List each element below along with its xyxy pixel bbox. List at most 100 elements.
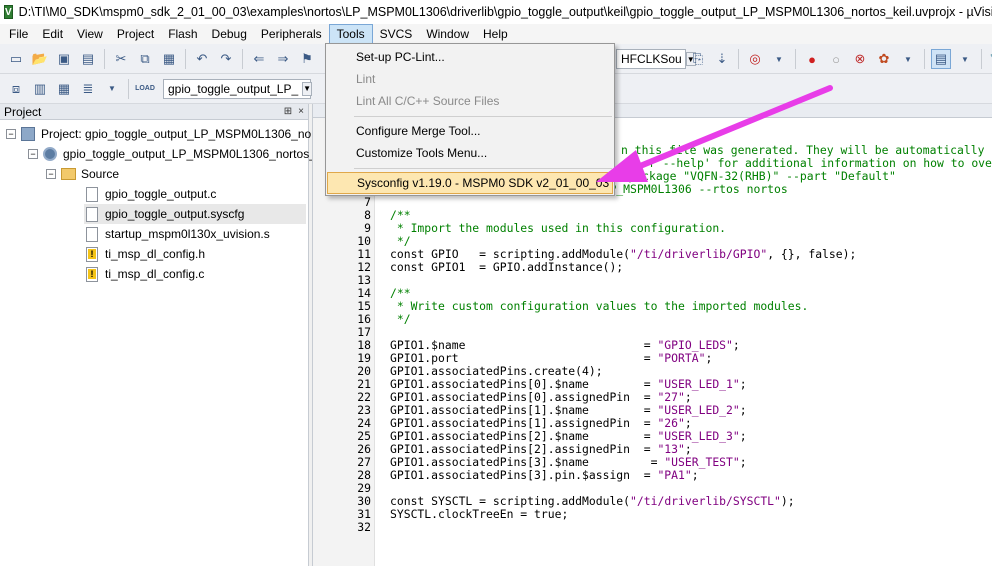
string-literal: "27" (657, 390, 685, 404)
tree-item-source-folder[interactable]: − Source (46, 164, 119, 184)
toolbar-separator (795, 49, 796, 69)
new-file-icon[interactable]: ▭ (6, 49, 26, 69)
undo-icon[interactable]: ↶ (192, 49, 212, 69)
target-combo[interactable]: gpio_toggle_output_LP_ ▼ (163, 78, 313, 99)
code-token: ; (705, 351, 713, 365)
menu-separator (354, 116, 612, 117)
close-icon[interactable]: × (298, 106, 304, 117)
string-literal: "USER_LED_3" (657, 429, 740, 443)
menu-tools[interactable]: Tools (328, 24, 373, 44)
code-token: GPIO1.associatedPins[3].pin.$assign = (390, 468, 658, 482)
collapse-icon[interactable]: − (28, 149, 38, 159)
uvision-app-icon: V (4, 5, 13, 19)
toolbar-separator (104, 48, 105, 69)
pin-icon[interactable]: ⊞ (284, 106, 292, 117)
menu-item-customize-tools[interactable]: Customize Tools Menu... (327, 142, 613, 164)
code-token: ; (739, 403, 747, 417)
tree-item-file[interactable]: ti_msp_dl_config.h (84, 244, 205, 264)
batch-dropdown-icon[interactable]: ▼ (102, 79, 122, 99)
paste-icon[interactable]: ▦ (159, 49, 179, 69)
bookmark-icon[interactable]: ⚑ (297, 49, 317, 69)
rebuild-icon[interactable]: ▦ (54, 79, 74, 99)
translate-icon[interactable]: ⧈ (6, 79, 26, 99)
file-icon (84, 226, 100, 242)
code-line: */ (390, 312, 411, 326)
config-dropdown-icon[interactable]: ▼ (898, 49, 918, 69)
menu-edit[interactable]: Edit (35, 24, 70, 44)
layout-dropdown-icon[interactable]: ▼ (955, 49, 975, 69)
string-literal: "PA1" (657, 468, 692, 482)
code-token: , {}, false); (767, 247, 857, 261)
string-literal: "USER_LED_2" (657, 403, 740, 417)
collapse-icon[interactable]: − (46, 169, 56, 179)
menu-project[interactable]: Project (110, 24, 161, 44)
save-icon[interactable]: ▣ (54, 49, 74, 69)
open-folder-icon[interactable]: 📂 (30, 49, 50, 69)
load-download-icon[interactable]: LOAD (135, 79, 155, 99)
menu-debug[interactable]: Debug (205, 24, 254, 44)
warning-file-icon (84, 246, 100, 262)
string-literal: "13" (657, 442, 685, 456)
project-panel: Project ⊞ × − Project: gpio_toggle_outpu… (0, 104, 316, 566)
nav-back-icon[interactable]: ⇐ (249, 49, 269, 69)
nav-forward-icon[interactable]: ⇒ (273, 49, 293, 69)
tree-item-label: startup_mspm0l130x_uvision.s (105, 227, 270, 241)
copy-icon[interactable]: ⧉ (135, 49, 155, 69)
project-panel-title: Project (4, 104, 42, 119)
code-token: GPIO1.$name = (390, 338, 658, 352)
menu-peripherals[interactable]: Peripherals (254, 24, 329, 44)
window-layout-icon[interactable]: ▤ (931, 49, 951, 69)
window-title: D:\TI\M0_SDK\mspm0_sdk_2_01_00_03\exampl… (18, 5, 992, 19)
code-token: ; (684, 416, 692, 430)
code-token: ; (739, 429, 747, 443)
string-literal: "/ti/driverlib/SYSCTL" (630, 494, 781, 508)
tree-item-file[interactable]: ti_msp_dl_config.c (84, 264, 204, 284)
menu-flash[interactable]: Flash (161, 24, 204, 44)
menu-svcs[interactable]: SVCS (373, 24, 420, 44)
title-bar: V D:\TI\M0_SDK\mspm0_sdk_2_01_00_03\exam… (0, 0, 992, 24)
menu-window[interactable]: Window (419, 24, 476, 44)
find-in-files-icon[interactable]: ⎘ (688, 49, 708, 69)
tree-item-project[interactable]: − Project: gpio_toggle_output_LP_MSPM0L1… (6, 124, 311, 144)
tree-item-label: gpio_toggle_output.c (105, 187, 217, 201)
debug-dropdown-icon[interactable]: ▼ (769, 49, 789, 69)
code-token: GPIO1.associatedPins[1].assignedPin = (390, 416, 658, 430)
tree-item-label: ti_msp_dl_config.c (105, 267, 205, 281)
code-token: GPIO1.associatedPins[2].$name = (390, 429, 658, 443)
menu-item-lint[interactable]: Lint (327, 68, 613, 90)
cut-icon[interactable]: ✂ (111, 49, 131, 69)
breakpoint-icon[interactable]: ● (802, 49, 822, 69)
code-token: GPIO1.associatedPins[3].$name = (390, 455, 665, 469)
code-token: ; (739, 455, 747, 469)
string-literal: "PORTA" (657, 351, 706, 365)
incremental-find-icon[interactable]: ⇣ (712, 49, 732, 69)
build-icon[interactable]: ▥ (30, 79, 50, 99)
tree-item-file-selected[interactable]: gpio_toggle_output.syscfg (84, 204, 306, 224)
menu-item-configure-merge-tool[interactable]: Configure Merge Tool... (327, 120, 613, 142)
save-all-icon[interactable]: ▤ (78, 49, 98, 69)
redo-icon[interactable]: ↷ (216, 49, 236, 69)
config-icon[interactable]: ✿ (874, 49, 894, 69)
menu-item-setup-pclint[interactable]: Set-up PC-Lint... (327, 46, 613, 68)
clock-source-combo[interactable]: HFCLKSou ▼ (616, 49, 696, 69)
tree-item-file[interactable]: startup_mspm0l130x_uvision.s (84, 224, 270, 244)
debug-session-icon[interactable]: ◎ (745, 49, 765, 69)
menu-item-lint-all[interactable]: Lint All C/C++ Source Files (327, 90, 613, 112)
target-value: gpio_toggle_output_LP_ (168, 81, 299, 96)
kill-breakpoints-icon[interactable]: ⊗ (850, 49, 870, 69)
tree-item-target[interactable]: − gpio_toggle_output_LP_MSPM0L1306_norto… (28, 144, 316, 164)
menu-view[interactable]: View (70, 24, 110, 44)
menu-file[interactable]: File (2, 24, 35, 44)
tree-item-label: Project: gpio_toggle_output_LP_MSPM0L130… (41, 127, 312, 141)
menu-help[interactable]: Help (476, 24, 515, 44)
clock-source-value: HFCLKSou (621, 52, 682, 66)
code-token: ; (684, 390, 692, 404)
batch-build-icon[interactable]: ≣ (78, 79, 98, 99)
toolbar-separator (242, 48, 243, 69)
breakpoint-disabled-icon[interactable]: ○ (826, 49, 846, 69)
code-token: GPIO1.associatedPins[0].assignedPin = (390, 390, 658, 404)
collapse-icon[interactable]: − (6, 129, 16, 139)
tree-item-file[interactable]: gpio_toggle_output.c (84, 184, 216, 204)
wrench-icon[interactable]: 🔧 (988, 49, 992, 69)
menu-item-sysconfig[interactable]: Sysconfig v1.19.0 - MSPM0 SDK v2_01_00_0… (327, 172, 613, 194)
